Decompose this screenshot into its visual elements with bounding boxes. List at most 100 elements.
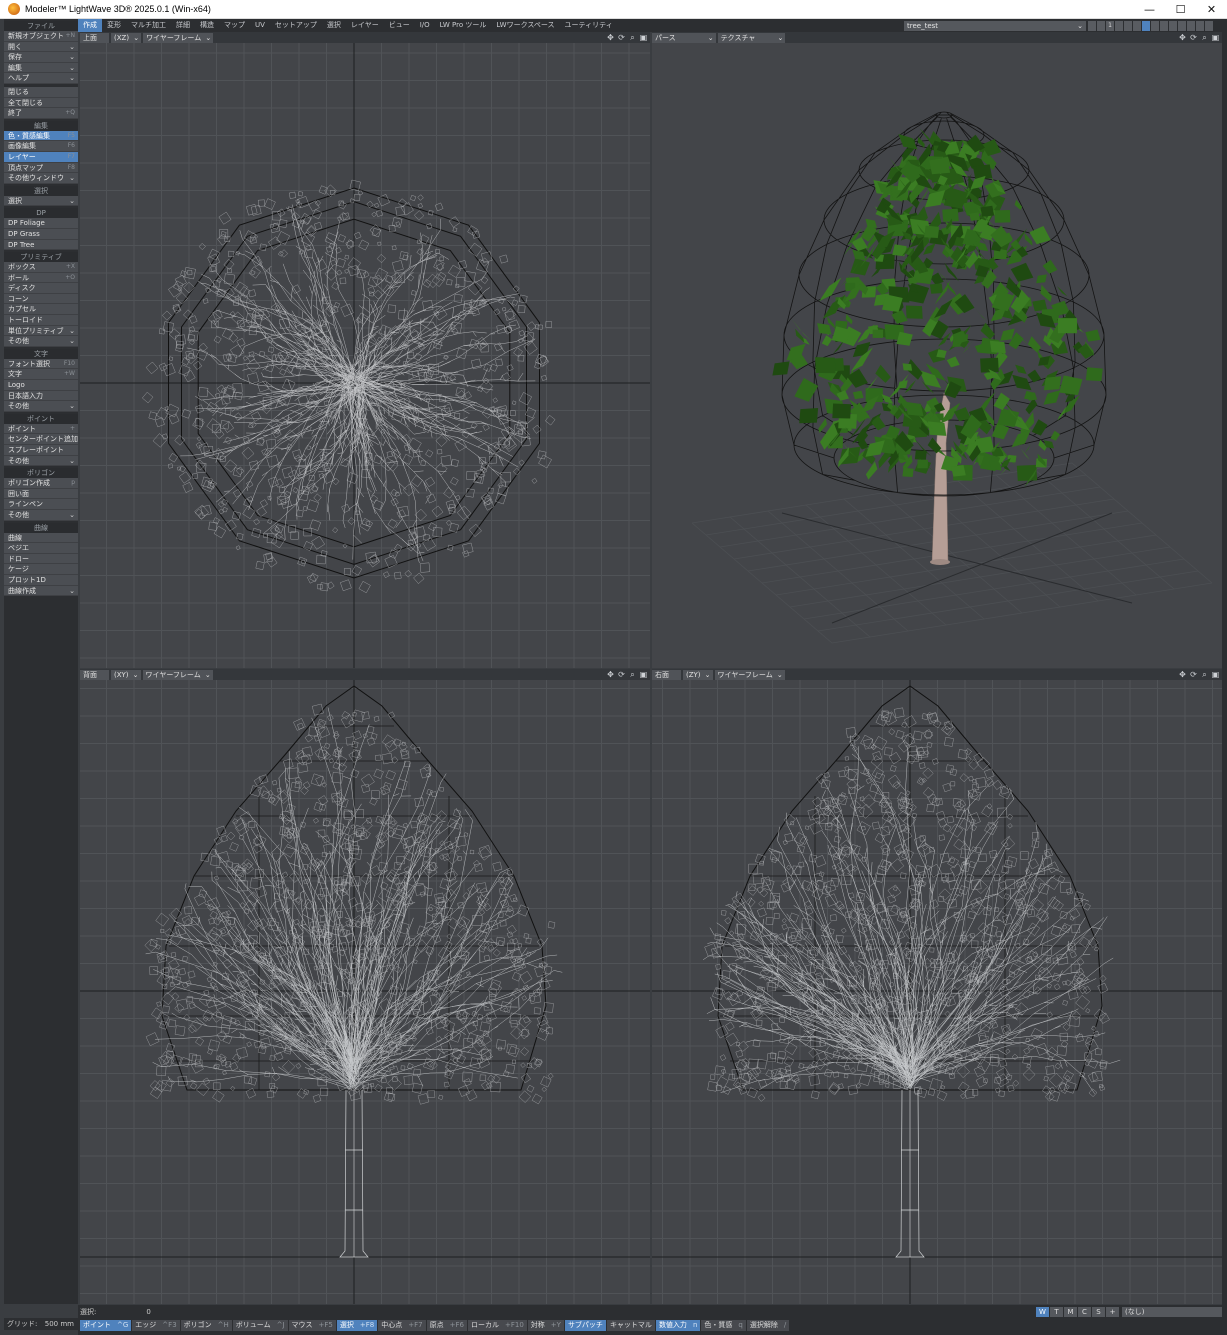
- layer-button[interactable]: [1151, 21, 1159, 31]
- rotate-view-icon[interactable]: ⟳: [1189, 670, 1198, 679]
- mode-button[interactable]: ポイント ^G: [80, 1320, 132, 1331]
- sidebar-button[interactable]: ベジエ: [4, 543, 78, 554]
- tab-12[interactable]: LW Pro ツール: [435, 19, 492, 32]
- wtmcs-button[interactable]: W: [1036, 1307, 1049, 1317]
- layer-button[interactable]: [1187, 21, 1195, 31]
- tab-2[interactable]: マルチ加工: [126, 19, 171, 32]
- sidebar-button[interactable]: ディスク: [4, 283, 78, 294]
- maximize-view-icon[interactable]: ▣: [639, 33, 648, 42]
- layer-button[interactable]: 1: [1106, 21, 1114, 31]
- tab-3[interactable]: 詳細: [171, 19, 195, 32]
- sidebar-button[interactable]: DP Grass: [4, 228, 78, 240]
- perspective-view-canvas[interactable]: [652, 43, 1222, 668]
- axis-dropdown[interactable]: (ZY) ⌄: [683, 669, 713, 680]
- maximize-view-icon[interactable]: ▣: [639, 670, 648, 679]
- sidebar-button[interactable]: 文字 +W: [4, 369, 78, 381]
- view-type-dropdown[interactable]: 背面: [80, 669, 109, 680]
- sidebar-button[interactable]: DP Foliage: [4, 218, 78, 229]
- mode-button[interactable]: 中心点 +F7: [378, 1320, 426, 1331]
- sidebar-button[interactable]: カプセル: [4, 304, 78, 316]
- view-type-dropdown[interactable]: 上面: [80, 32, 109, 43]
- right-view-canvas[interactable]: [652, 680, 1222, 1304]
- mode-button[interactable]: 選択解除 /: [746, 1320, 790, 1331]
- layer-button[interactable]: [1088, 21, 1096, 31]
- layer-button[interactable]: [1124, 21, 1132, 31]
- mode-button[interactable]: 数値入力 n: [655, 1320, 701, 1331]
- sidebar-button[interactable]: その他 ⌄: [4, 336, 78, 347]
- sidebar-button[interactable]: ラインペン: [4, 499, 78, 510]
- mode-button[interactable]: 原点 +F6: [426, 1320, 467, 1331]
- mode-button[interactable]: エッジ ^F3: [132, 1320, 180, 1331]
- move-view-icon[interactable]: ✥: [1178, 33, 1187, 42]
- top-view-canvas[interactable]: [80, 43, 650, 668]
- tab-0[interactable]: 作成: [78, 19, 102, 32]
- wtmcs-button[interactable]: +: [1106, 1307, 1119, 1317]
- sidebar-button[interactable]: 画像編集 F6: [4, 141, 78, 152]
- sidebar-button[interactable]: DP Tree: [4, 239, 78, 251]
- sidebar-button[interactable]: 日本語入力: [4, 390, 78, 402]
- layer-button[interactable]: [1196, 21, 1204, 31]
- render-mode-dropdown[interactable]: ワイヤーフレーム ⌄: [714, 669, 785, 680]
- sidebar-button[interactable]: ケージ: [4, 564, 78, 575]
- axis-dropdown[interactable]: (XY) ⌄: [111, 669, 141, 680]
- sidebar-button[interactable]: その他 ⌄: [4, 509, 78, 521]
- wtmcs-button[interactable]: S: [1092, 1307, 1105, 1317]
- close-button[interactable]: ✕: [1196, 0, 1227, 19]
- sidebar-button[interactable]: 終了 +Q: [4, 108, 78, 119]
- front-view-canvas[interactable]: [80, 680, 650, 1304]
- viewport-front[interactable]: 背面 (XY) ⌄ ワイヤーフレーム ⌄ ✥ ⟳ ⌕ ▣: [80, 669, 650, 1304]
- sidebar-button[interactable]: ドロー: [4, 553, 78, 565]
- sidebar-button[interactable]: 頂点マップ F8: [4, 162, 78, 174]
- viewport-top[interactable]: 上面 (XZ) ⌄ ワイヤーフレーム ⌄ ✥ ⟳ ⌕ ▣: [80, 32, 650, 668]
- zoom-icon[interactable]: ⌕: [628, 670, 637, 679]
- sidebar-button[interactable]: レイヤー F7: [4, 151, 78, 163]
- view-type-dropdown[interactable]: パース ⌄: [652, 32, 716, 43]
- sidebar-button[interactable]: 単位プリミティブ ⌄: [4, 325, 78, 337]
- sidebar-button[interactable]: 曲線作成 ⌄: [4, 585, 78, 597]
- tab-9[interactable]: レイヤー: [346, 19, 384, 32]
- sidebar-button[interactable]: 閉じる: [4, 86, 78, 98]
- sidebar-button[interactable]: 曲線: [4, 532, 78, 544]
- move-view-icon[interactable]: ✥: [606, 33, 615, 42]
- sidebar-button[interactable]: ヘルプ ⌄: [4, 73, 78, 84]
- layer-button[interactable]: [1097, 21, 1105, 31]
- tab-14[interactable]: ユーティリティ: [560, 19, 618, 32]
- mode-button[interactable]: ポリゴン ^H: [180, 1320, 232, 1331]
- zoom-icon[interactable]: ⌕: [628, 33, 637, 42]
- tab-4[interactable]: 構造: [195, 19, 219, 32]
- zoom-icon[interactable]: ⌕: [1200, 33, 1209, 42]
- surface-selector[interactable]: (なし): [1122, 1307, 1222, 1317]
- layer-button[interactable]: [1169, 21, 1177, 31]
- mode-button[interactable]: 対称 +Y: [527, 1320, 564, 1331]
- tab-6[interactable]: UV: [250, 19, 270, 32]
- render-mode-dropdown[interactable]: ワイヤーフレーム ⌄: [143, 32, 214, 43]
- sidebar-button[interactable]: その他ウィンドウ ⌄: [4, 173, 78, 184]
- mode-button[interactable]: ローカル +F10: [467, 1320, 527, 1331]
- sidebar-button[interactable]: 色・質感編集 F5: [4, 130, 78, 142]
- move-view-icon[interactable]: ✥: [1178, 670, 1187, 679]
- move-view-icon[interactable]: ✥: [606, 670, 615, 679]
- sidebar-button[interactable]: 囲い面: [4, 488, 78, 500]
- wtmcs-button[interactable]: M: [1064, 1307, 1077, 1317]
- sidebar-button[interactable]: ポイント +: [4, 423, 78, 435]
- sidebar-button[interactable]: 全て閉じる: [4, 97, 78, 109]
- tab-13[interactable]: LWワークスペース: [491, 19, 559, 32]
- tab-8[interactable]: 選択: [322, 19, 346, 32]
- sidebar-button[interactable]: コーン: [4, 293, 78, 305]
- tab-5[interactable]: マップ: [219, 19, 250, 32]
- sidebar-button[interactable]: ポリゴン作成 p: [4, 478, 78, 489]
- layer-button[interactable]: [1160, 21, 1168, 31]
- sidebar-button[interactable]: 開く ⌄: [4, 41, 78, 53]
- sidebar-button[interactable]: 選択 ⌄: [4, 195, 78, 207]
- sidebar-button[interactable]: トーロイド: [4, 315, 78, 326]
- rotate-view-icon[interactable]: ⟳: [1189, 33, 1198, 42]
- render-mode-dropdown[interactable]: ワイヤーフレーム ⌄: [142, 669, 213, 680]
- sidebar-button[interactable]: その他 ⌄: [4, 455, 78, 467]
- viewport-perspective[interactable]: パース ⌄ テクスチャ ⌄ ✥ ⟳ ⌕ ▣: [652, 32, 1222, 668]
- tab-7[interactable]: セットアップ: [270, 19, 322, 32]
- rotate-view-icon[interactable]: ⟳: [617, 670, 626, 679]
- mode-button[interactable]: 選択 +F8: [336, 1320, 378, 1331]
- layer-button[interactable]: [1115, 21, 1123, 31]
- rotate-view-icon[interactable]: ⟳: [617, 33, 626, 42]
- render-mode-dropdown[interactable]: テクスチャ ⌄: [717, 32, 786, 43]
